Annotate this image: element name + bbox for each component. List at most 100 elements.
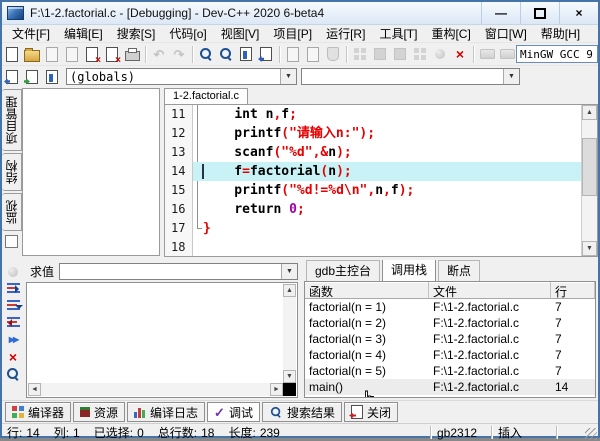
scroll-thumb[interactable] (582, 138, 597, 196)
code-editor[interactable]: 1112131415161718 int n,f; printf("请输入n:"… (164, 104, 598, 257)
header-file[interactable]: 文件 (429, 282, 551, 299)
menu-refactor[interactable]: 重构[C] (424, 24, 477, 43)
minimize-button[interactable]: — (481, 2, 520, 24)
menu-help[interactable]: 帮助[H] (534, 24, 587, 43)
line-number[interactable]: 13 (165, 143, 192, 162)
close-all-button[interactable] (102, 44, 122, 64)
run-button[interactable] (303, 44, 323, 64)
menu-file[interactable]: 文件[F] (5, 24, 57, 43)
skip-step-button[interactable] (4, 314, 22, 331)
next-step-button[interactable] (4, 280, 22, 297)
maximize-button[interactable] (520, 2, 559, 24)
callstack-row[interactable]: factorial(n = 5)F:\1-2.factorial.c7 (305, 363, 595, 379)
code-line-11[interactable]: int n,f; (193, 105, 581, 124)
code-line-14[interactable]: f=factorial(n); (193, 162, 581, 181)
stop-debug-button[interactable]: × (4, 348, 22, 365)
goto-definition-button[interactable] (22, 67, 42, 87)
code-line-15[interactable]: printf("%d!=%d\n",n,f); (193, 181, 581, 200)
menu-code[interactable]: 代码[o] (162, 24, 213, 43)
project-options-button[interactable] (410, 44, 430, 64)
find-button[interactable] (196, 44, 216, 64)
tab-call-stack[interactable]: 调用栈 (382, 260, 436, 282)
line-number[interactable]: 11 (165, 105, 192, 124)
header-function[interactable]: 函数 (305, 282, 429, 299)
tab-gdb-console[interactable]: gdb主控台 (306, 260, 380, 281)
code-line-13[interactable]: scanf("%d",&n); (193, 143, 581, 162)
close-file-button[interactable] (82, 44, 102, 64)
install-package-button[interactable] (497, 44, 517, 64)
evaluate-output[interactable]: ▲ ▼ ◄ ► (26, 282, 298, 398)
watch-vscrollbar[interactable]: ▲ ▼ (283, 284, 296, 383)
menu-view[interactable]: 视图[V] (214, 24, 267, 43)
header-line[interactable]: 行 (551, 282, 595, 299)
members-combo-arrow[interactable]: ▼ (503, 69, 519, 84)
globals-combo-arrow[interactable]: ▼ (280, 69, 296, 84)
menu-project[interactable]: 项目[P] (266, 24, 319, 43)
line-number[interactable]: 15 (165, 181, 192, 200)
tab-search-results[interactable]: 搜索结果 (262, 402, 342, 422)
menu-search[interactable]: 搜索[S] (110, 24, 163, 43)
callstack-row[interactable]: main()F:\1-2.factorial.c14 (305, 379, 595, 395)
watch-hscrollbar[interactable]: ◄ ► (28, 383, 283, 396)
find-in-files-button[interactable] (236, 44, 256, 64)
tab-structure[interactable]: 结构 (2, 153, 22, 191)
new-file-button[interactable] (2, 44, 22, 64)
editor-vscrollbar[interactable]: ▲ ▼ (581, 105, 597, 256)
cpu-window-button[interactable] (4, 365, 22, 382)
close-button[interactable]: × (559, 2, 598, 24)
line-number[interactable]: 18 (165, 238, 192, 257)
watch-tab-icon[interactable] (5, 235, 18, 248)
continue-button[interactable]: ▶▶ (4, 331, 22, 348)
tab-debug[interactable]: ✓调试 (207, 402, 260, 422)
step-into-button[interactable] (4, 297, 22, 314)
print-button[interactable] (122, 44, 142, 64)
package-manager-button[interactable] (477, 44, 497, 64)
callstack-row[interactable]: factorial(n = 1)F:\1-2.factorial.c7 (305, 299, 595, 315)
clean-button[interactable] (370, 44, 390, 64)
line-number[interactable]: 17 (165, 219, 192, 238)
class-browser-button[interactable] (42, 67, 62, 87)
stop-execution-button[interactable]: × (450, 44, 470, 64)
tab-close[interactable]: 关闭 (344, 402, 398, 422)
save-all-button[interactable] (62, 44, 82, 64)
goto-declaration-button[interactable] (2, 67, 22, 87)
tab-breakpoints[interactable]: 断点 (438, 260, 480, 281)
rebuild-button[interactable] (350, 44, 370, 64)
tab-compiler[interactable]: 编译器 (5, 402, 71, 422)
line-number[interactable]: 12 (165, 124, 192, 143)
tab-compile-log[interactable]: 编译日志 (127, 402, 205, 422)
watch-scroll-right[interactable]: ► (270, 383, 283, 396)
code-area[interactable]: int n,f; printf("请输入n:"); scanf("%d",&n)… (193, 105, 581, 256)
goto-line-button[interactable] (256, 44, 276, 64)
add-watch-button[interactable] (4, 263, 22, 280)
watch-scroll-left[interactable]: ◄ (28, 383, 41, 396)
callstack-row[interactable]: factorial(n = 2)F:\1-2.factorial.c7 (305, 315, 595, 331)
evaluate-combo[interactable]: ▼ (59, 263, 298, 280)
tab-watch[interactable]: 监视 (2, 193, 22, 231)
profile-button[interactable] (430, 44, 450, 64)
redo-button[interactable]: ↷ (169, 44, 189, 64)
callstack-row[interactable]: factorial(n = 3)F:\1-2.factorial.c7 (305, 331, 595, 347)
undo-button[interactable]: ↶ (149, 44, 169, 64)
resize-grip[interactable] (585, 428, 597, 440)
compiler-select[interactable]: MinGW GCC 9 (516, 45, 598, 63)
save-button[interactable] (42, 44, 62, 64)
line-number[interactable]: 16 (165, 200, 192, 219)
callstack-row[interactable]: factorial(n = 4)F:\1-2.factorial.c7 (305, 347, 595, 363)
globals-combo[interactable]: (globals) ▼ (66, 68, 297, 85)
scroll-up-button[interactable]: ▲ (582, 105, 597, 120)
code-line-16[interactable]: return 0; (193, 200, 581, 219)
open-file-button[interactable] (22, 44, 42, 64)
compile-run-button[interactable] (323, 44, 343, 64)
compile-button[interactable] (283, 44, 303, 64)
code-line-18[interactable] (193, 238, 581, 257)
watch-scroll-up[interactable]: ▲ (283, 284, 296, 297)
project-panel-content[interactable] (22, 88, 160, 256)
code-line-17[interactable]: } (193, 219, 581, 238)
scroll-down-button[interactable]: ▼ (582, 241, 597, 256)
editor-tab[interactable]: 1-2.factorial.c (164, 88, 248, 104)
tab-project-manager[interactable]: 项目管理 (2, 89, 22, 151)
tab-resources[interactable]: 资源 (73, 402, 125, 422)
evaluate-combo-arrow[interactable]: ▼ (281, 264, 297, 279)
menu-tools[interactable]: 工具[T] (372, 24, 424, 43)
